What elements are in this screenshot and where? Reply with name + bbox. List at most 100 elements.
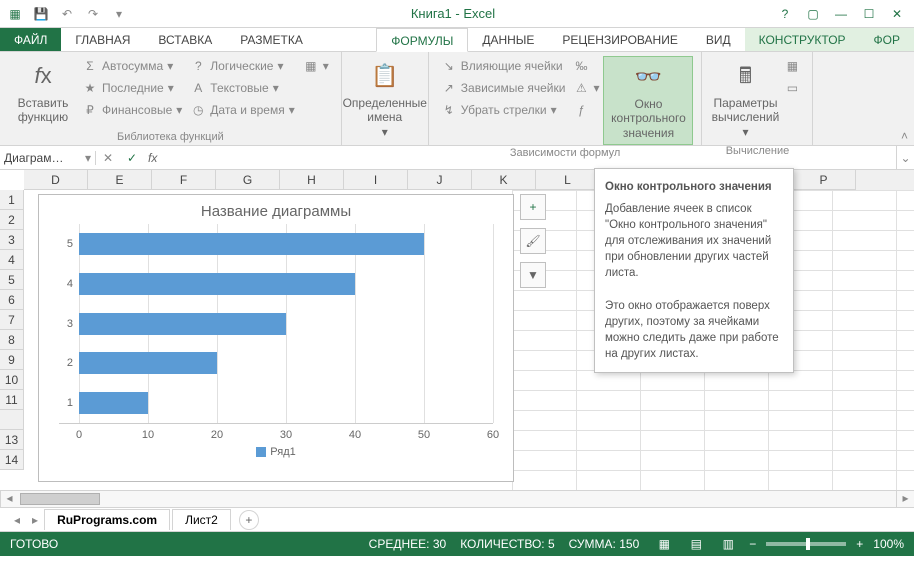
zoom-level[interactable]: 100% bbox=[873, 537, 904, 551]
row-header[interactable]: 6 bbox=[0, 290, 24, 310]
cancel-icon[interactable]: ✕ bbox=[96, 151, 120, 165]
tab-insert[interactable]: ВСТАВКА bbox=[144, 28, 226, 51]
qat-dropdown-icon[interactable]: ▾ bbox=[108, 3, 130, 25]
trace-dependents-button[interactable]: ↗Зависимые ячейки bbox=[437, 78, 570, 98]
financial-button[interactable]: ₽Финансовые ▾ bbox=[78, 100, 186, 120]
datetime-button[interactable]: ◷Дата и время ▾ bbox=[186, 100, 298, 120]
recent-button[interactable]: ★Последние ▾ bbox=[78, 78, 186, 98]
calc-now-icon: ▦ bbox=[784, 58, 800, 74]
col-header[interactable]: L bbox=[536, 170, 600, 190]
chart-bar[interactable] bbox=[79, 273, 355, 295]
chart-object[interactable]: Название диаграммы 0102030405060 54321 Р… bbox=[38, 194, 514, 482]
chart-bar[interactable] bbox=[79, 392, 148, 414]
tab-view[interactable]: ВИД bbox=[692, 28, 745, 51]
excel-icon[interactable]: ▦ bbox=[4, 3, 26, 25]
tab-home[interactable]: ГЛАВНАЯ bbox=[61, 28, 144, 51]
scroll-thumb[interactable] bbox=[20, 493, 100, 505]
chart-styles-button[interactable]: 🖌 bbox=[520, 228, 546, 254]
maximize-icon[interactable]: ☐ bbox=[856, 3, 882, 25]
row-header[interactable] bbox=[0, 410, 24, 430]
row-header[interactable]: 5 bbox=[0, 270, 24, 290]
horizontal-scrollbar[interactable]: ◂ ▸ bbox=[0, 490, 914, 508]
scroll-right-icon[interactable]: ▸ bbox=[896, 491, 914, 507]
redo-icon[interactable]: ↷ bbox=[82, 3, 104, 25]
col-header[interactable]: I bbox=[344, 170, 408, 190]
new-sheet-button[interactable]: + bbox=[239, 510, 259, 530]
sheet-tab-2[interactable]: Лист2 bbox=[172, 509, 231, 530]
name-manager-icon: 📋 bbox=[369, 60, 401, 92]
col-header[interactable]: H bbox=[280, 170, 344, 190]
remove-arrows-button[interactable]: ↯Убрать стрелки ▾ bbox=[437, 100, 570, 120]
row-header[interactable]: 13 bbox=[0, 430, 24, 450]
minimize-icon[interactable]: — bbox=[828, 3, 854, 25]
col-header[interactable]: K bbox=[472, 170, 536, 190]
row-header[interactable]: 14 bbox=[0, 450, 24, 470]
chart-legend[interactable]: Ряд1 bbox=[39, 424, 513, 464]
col-header[interactable]: E bbox=[88, 170, 152, 190]
chart-bar[interactable] bbox=[79, 233, 424, 255]
row-header[interactable]: 10 bbox=[0, 370, 24, 390]
row-header[interactable]: 9 bbox=[0, 350, 24, 370]
scroll-left-icon[interactable]: ◂ bbox=[0, 491, 18, 507]
evaluate-button[interactable]: ƒ bbox=[569, 100, 603, 120]
chart-bar[interactable] bbox=[79, 352, 217, 374]
name-box[interactable]: Диаграм…▾ bbox=[0, 151, 96, 165]
tab-design[interactable]: КОНСТРУКТОР bbox=[745, 28, 860, 51]
group-label: Зависимости формул bbox=[437, 145, 694, 161]
fx-label[interactable]: fx bbox=[144, 151, 161, 165]
tab-file[interactable]: ФАЙЛ bbox=[0, 28, 61, 51]
chart-title[interactable]: Название диаграммы bbox=[39, 195, 513, 224]
trace-precedents-button[interactable]: ↘Влияющие ячейки bbox=[437, 56, 570, 76]
col-header[interactable]: F bbox=[152, 170, 216, 190]
zoom-in-icon[interactable]: + bbox=[856, 537, 863, 551]
error-check-button[interactable]: ⚠▾ bbox=[569, 78, 603, 98]
ribbon-options-icon[interactable]: ▢ bbox=[800, 3, 826, 25]
logical-button[interactable]: ?Логические ▾ bbox=[186, 56, 298, 76]
sheet-nav-prev-icon[interactable]: ◂ bbox=[8, 513, 26, 527]
text-button[interactable]: AТекстовые ▾ bbox=[186, 78, 298, 98]
defined-names-button[interactable]: 📋 Определенные имена ▾ bbox=[350, 56, 420, 143]
more-functions-button[interactable]: ▦▾ bbox=[299, 56, 333, 76]
help-icon[interactable]: ? bbox=[772, 3, 798, 25]
normal-view-icon[interactable]: ▦ bbox=[653, 535, 675, 553]
zoom-slider[interactable] bbox=[766, 542, 846, 546]
row-header[interactable]: 11 bbox=[0, 390, 24, 410]
autosum-button[interactable]: ΣАвтосумма ▾ bbox=[78, 56, 186, 76]
row-header[interactable]: 1 bbox=[0, 190, 24, 210]
page-layout-icon[interactable]: ▤ bbox=[685, 535, 707, 553]
row-header[interactable]: 7 bbox=[0, 310, 24, 330]
col-header[interactable]: P bbox=[792, 170, 856, 190]
sheet-tab-1[interactable]: RuPrograms.com bbox=[44, 509, 170, 530]
tab-format[interactable]: ФОР bbox=[860, 28, 914, 51]
row-header[interactable]: 2 bbox=[0, 210, 24, 230]
show-formulas-button[interactable]: ‰ bbox=[569, 56, 603, 76]
calc-now-button[interactable]: ▦ bbox=[780, 56, 804, 76]
tab-formulas[interactable]: ФОРМУЛЫ bbox=[376, 28, 468, 52]
close-icon[interactable]: ✕ bbox=[884, 3, 910, 25]
tab-review[interactable]: РЕЦЕНЗИРОВАНИЕ bbox=[548, 28, 691, 51]
col-header[interactable]: D bbox=[24, 170, 88, 190]
tab-data[interactable]: ДАННЫЕ bbox=[468, 28, 548, 51]
watch-window-button[interactable]: 👓 Окно контрольного значения bbox=[603, 56, 693, 145]
sheet-nav-next-icon[interactable]: ▸ bbox=[26, 513, 44, 527]
save-icon[interactable]: 💾 bbox=[30, 3, 52, 25]
enter-icon[interactable]: ✓ bbox=[120, 151, 144, 165]
chart-filters-button[interactable]: ▼ bbox=[520, 262, 546, 288]
undo-icon[interactable]: ↶ bbox=[56, 3, 78, 25]
collapse-ribbon-icon[interactable]: ˄ bbox=[901, 129, 908, 143]
zoom-out-icon[interactable]: − bbox=[749, 537, 756, 551]
status-sum: СУММА: 150 bbox=[569, 537, 640, 551]
col-header[interactable]: G bbox=[216, 170, 280, 190]
insert-function-button[interactable]: fx Вставить функцию bbox=[8, 56, 78, 129]
calc-sheet-button[interactable]: ▭ bbox=[780, 78, 804, 98]
row-header[interactable]: 8 bbox=[0, 330, 24, 350]
calc-options-button[interactable]: 🖩 Параметры вычислений ▾ bbox=[710, 56, 780, 143]
expand-formula-bar-icon[interactable]: ⌄ bbox=[896, 146, 914, 169]
col-header[interactable]: J bbox=[408, 170, 472, 190]
chart-bar[interactable] bbox=[79, 313, 286, 335]
page-break-icon[interactable]: ▥ bbox=[717, 535, 739, 553]
row-header[interactable]: 3 bbox=[0, 230, 24, 250]
chart-elements-button[interactable]: + bbox=[520, 194, 546, 220]
tab-pagelayout[interactable]: РАЗМЕТКА СТРАНИЦЫ bbox=[226, 28, 376, 51]
row-header[interactable]: 4 bbox=[0, 250, 24, 270]
